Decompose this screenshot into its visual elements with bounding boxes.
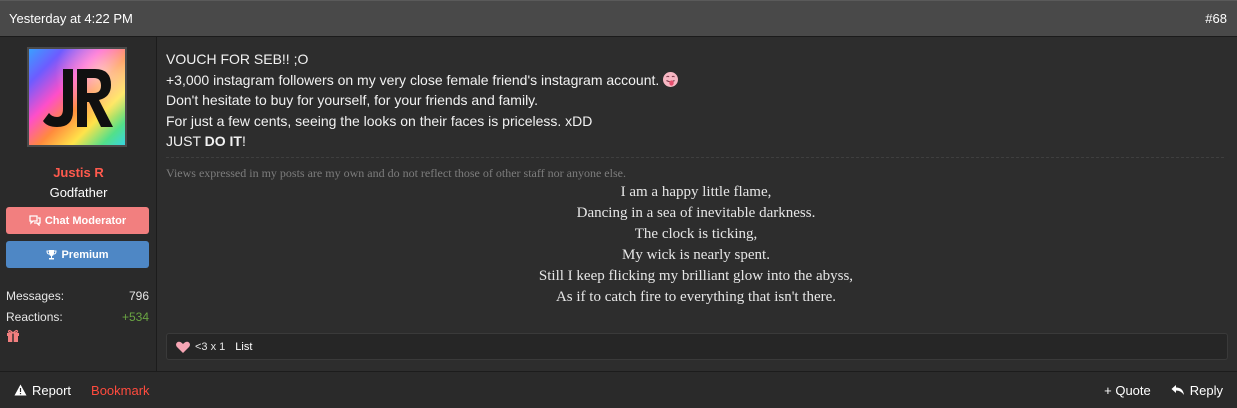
reply-arrow-icon [1171, 385, 1184, 395]
chat-moderator-label: Chat Moderator [44, 214, 127, 227]
avatar[interactable] [27, 47, 127, 147]
quote-button[interactable]: + Quote [1104, 383, 1151, 398]
poem-line: My wick is nearly spent. [622, 247, 770, 263]
post-number[interactable]: #68 [1205, 11, 1227, 26]
reaction-bar: <3 x 1 List [166, 333, 1228, 360]
last-line-prefix: JUST [166, 133, 205, 149]
post-line-with-emoji: +3,000 instagram followers on my very cl… [166, 70, 1216, 91]
warning-icon [14, 384, 27, 396]
signature-note: Views expressed in my posts are my own a… [166, 166, 626, 180]
report-label: Report [32, 382, 72, 398]
messages-label: Messages: [6, 289, 65, 303]
username[interactable]: Justis R [0, 165, 157, 180]
signature-poem: I am a happy little flame, Dancing in a … [166, 182, 1226, 308]
post-content: VOUCH FOR SEB!! ;O +3,000 instagram foll… [157, 37, 1237, 371]
post-line-last: JUST DO IT! [166, 131, 1216, 152]
post-line: Don't hesitate to buy for yourself, for … [166, 92, 539, 108]
post-timestamp[interactable]: Yesterday at 4:22 PM [9, 11, 133, 26]
premium-badge: Premium [6, 241, 149, 268]
chat-moderator-badge: Chat Moderator [6, 207, 149, 234]
last-line-suffix: ! [241, 133, 246, 149]
premium-label: Premium [61, 248, 109, 261]
footer-left-actions: Report Bookmark [14, 383, 150, 398]
signature-divider [166, 157, 1224, 158]
trophy-icon [46, 250, 57, 260]
user-title: Godfather [49, 185, 108, 200]
poem-line: Dancing in a sea of inevitable darkness. [576, 205, 816, 221]
gift-icon[interactable] [6, 329, 20, 342]
reactions-stat: Reactions: +534 [6, 310, 149, 324]
heart-reaction-icon[interactable] [175, 340, 191, 354]
post-body: VOUCH FOR SEB!! ;O +3,000 instagram foll… [166, 49, 1216, 152]
tongue-face-emoji-icon [663, 71, 679, 87]
reaction-summary[interactable]: <3 x 1 [195, 341, 225, 353]
poem-line: I am a happy little flame, [620, 184, 772, 200]
user-sidebar: Justis R Godfather Chat Moderator Premiu… [0, 37, 157, 371]
reply-label: Reply [1189, 382, 1223, 398]
avatar-monogram-icon [43, 69, 113, 127]
post-line: For just a few cents, seeing the looks o… [166, 112, 593, 129]
post-line: +3,000 instagram followers on my very cl… [166, 71, 660, 88]
footer-right-actions: + Quote Reply [1104, 383, 1223, 398]
reactions-label: Reactions: [6, 310, 63, 324]
bookmark-button[interactable]: Bookmark [91, 383, 150, 398]
report-button[interactable]: Report [14, 383, 71, 398]
messages-value[interactable]: 796 [129, 289, 149, 303]
poem-line: The clock is ticking, [634, 226, 758, 242]
last-line-bold: DO IT [204, 133, 242, 149]
post-line: VOUCH FOR SEB!! ;O [166, 51, 309, 67]
post-header: Yesterday at 4:22 PM #68 [0, 0, 1237, 37]
chat-bubbles-icon [29, 215, 41, 226]
poem-line: Still I keep flicking my brilliant glow … [538, 268, 854, 284]
post-footer: Report Bookmark + Quote Reply [0, 371, 1237, 408]
reaction-list-link[interactable]: List [235, 341, 252, 353]
reply-button[interactable]: Reply [1171, 383, 1223, 398]
messages-stat: Messages: 796 [6, 289, 149, 303]
reactions-value: +534 [121, 310, 149, 324]
poem-line: As if to catch fire to everything that i… [555, 289, 837, 305]
